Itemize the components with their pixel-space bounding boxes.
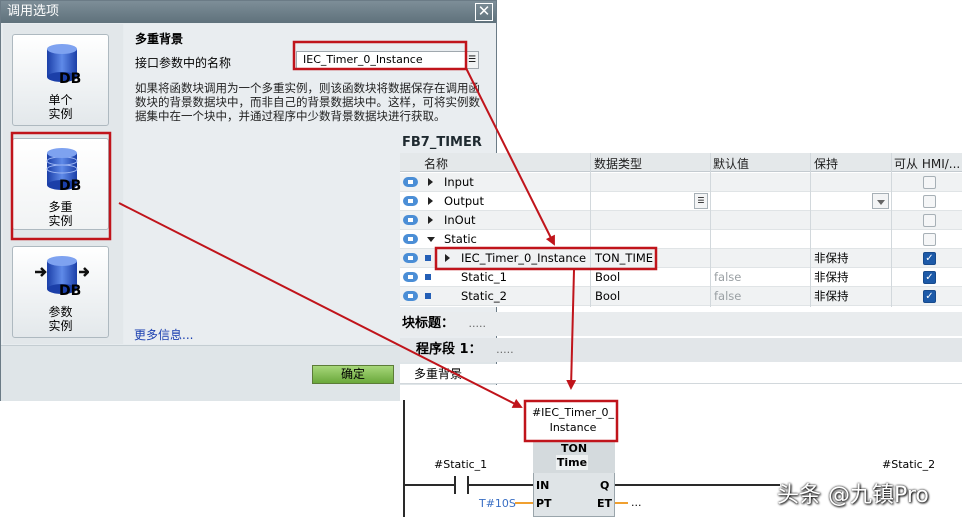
pin-in: IN <box>536 479 550 492</box>
pin-q: Q <box>600 479 610 492</box>
contact-operand[interactable]: #Static_1 <box>434 458 487 471</box>
instance-name[interactable]: #IEC_Timer_0_ Instance <box>529 403 617 438</box>
instance-line: #IEC_Timer_0_ <box>531 406 615 419</box>
timer-type: TON <box>560 442 588 455</box>
pin-et: ET <box>597 497 613 510</box>
pin-pt: PT <box>536 497 552 510</box>
pt-operand[interactable]: T#10S <box>479 497 516 510</box>
watermark: 头条 @九镇Pro <box>777 483 929 508</box>
coil-operand[interactable]: #Static_2 <box>882 458 935 471</box>
timer-subtype[interactable]: Time <box>556 455 588 470</box>
instance-line: Instance <box>549 421 597 434</box>
ladder-wiring <box>403 400 780 517</box>
et-operand[interactable]: ... <box>631 496 642 509</box>
